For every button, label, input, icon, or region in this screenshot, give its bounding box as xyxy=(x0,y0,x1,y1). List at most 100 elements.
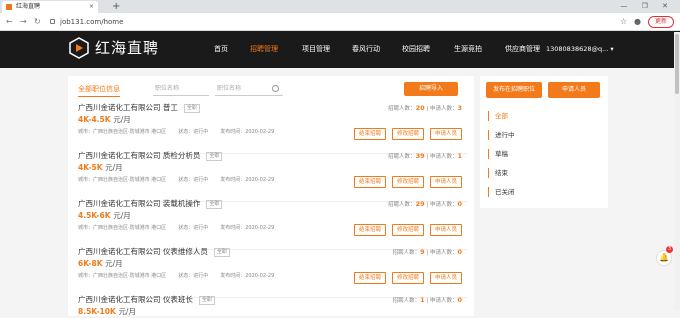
filter-all[interactable]: 全部 xyxy=(488,111,508,121)
profile-icon[interactable]: ● xyxy=(634,13,641,31)
filter-draft[interactable]: 草稿 xyxy=(488,149,508,159)
job-city: 城市：广西壮族自治区·防城港市·港口区 xyxy=(78,129,167,135)
job-title[interactable]: 广西川金诺化工有限公司 装载机操作 xyxy=(78,199,200,208)
edit-recruit-button[interactable]: 修改招聘 xyxy=(391,128,424,140)
apply-label: | 申请人数： xyxy=(426,250,458,256)
nav-auction[interactable]: 生源竞拍 xyxy=(454,31,482,68)
end-recruit-button[interactable]: 结束招聘 xyxy=(353,128,386,140)
search-icon[interactable] xyxy=(272,85,279,92)
salary-unit: 元/月 xyxy=(105,163,123,172)
job-status: 状态：进行中 xyxy=(178,177,209,183)
job-city: 城市：广西壮族自治区·防城港市·港口区 xyxy=(78,273,167,279)
publish-job-button[interactable]: 发布在招聘职位 xyxy=(486,82,542,98)
job-type-badge: 全职 xyxy=(206,151,223,161)
nav-home[interactable]: 首页 xyxy=(214,31,228,68)
apply-count: 3 xyxy=(457,104,462,112)
job-status: 状态：进行中 xyxy=(178,129,209,135)
job-title[interactable]: 广西川金诺化工有限公司 质检分析员 xyxy=(78,151,200,160)
reload-icon[interactable]: ↻ xyxy=(34,13,41,31)
job-row[interactable]: 广西川金诺化工有限公司 装载机操作 全职 4.5K-6K 元/月 城市：广西壮族自… xyxy=(78,198,468,250)
applicants-button[interactable]: 申请人员 xyxy=(429,272,462,284)
job-date: 发布时间：2020-02-29 xyxy=(220,177,275,183)
lock-icon xyxy=(50,19,55,24)
window-controls[interactable]: — ❐ ✕ xyxy=(620,0,674,12)
scrollbar-thumb[interactable] xyxy=(675,34,679,94)
notification-badge: 3 xyxy=(666,246,673,253)
recruit-label: 招聘人数： xyxy=(388,154,416,160)
filter-closed[interactable]: 已关闭 xyxy=(488,187,515,197)
applicants-button[interactable]: 申请人员 xyxy=(429,224,462,236)
job-row[interactable]: 广西川金诺化工有限公司 仪表维修人员 全职 6K-8K 元/月 城市：广西壮族自治… xyxy=(78,246,468,298)
update-button[interactable]: 更新 xyxy=(648,16,674,28)
filter-ended[interactable]: 结束 xyxy=(488,168,508,178)
bookmark-star-icon[interactable]: ☆ xyxy=(620,13,627,31)
edit-recruit-button[interactable]: 修改招聘 xyxy=(391,224,424,236)
recruit-label: 招聘人数： xyxy=(388,202,416,208)
end-recruit-button[interactable]: 结束招聘 xyxy=(353,176,386,188)
end-recruit-button[interactable]: 结束招聘 xyxy=(353,272,386,284)
recruit-count: 20 xyxy=(415,104,425,112)
nav-campus[interactable]: 校园招聘 xyxy=(402,31,430,68)
apply-label: | 申请人数： xyxy=(426,154,458,160)
applicants-button[interactable]: 申请人员 xyxy=(429,176,462,188)
nav-spring-action[interactable]: 春风行动 xyxy=(352,31,380,68)
job-status: 状态：进行中 xyxy=(178,273,209,279)
nav-suppliers[interactable]: 供应商管理 xyxy=(505,31,540,68)
salary-unit: 元/月 xyxy=(113,211,131,220)
recruit-count: 39 xyxy=(415,152,425,160)
recruit-label: 招聘人数： xyxy=(388,106,416,112)
nav-recruitment[interactable]: 招聘管理 xyxy=(250,31,278,68)
browser-tab[interactable]: 红海直聘 × xyxy=(2,1,98,13)
end-recruit-button[interactable]: 结束招聘 xyxy=(353,224,386,236)
job-salary: 4K-5K xyxy=(78,163,103,172)
job-date: 发布时间：2020-02-29 xyxy=(220,273,275,279)
job-type-badge: 全职 xyxy=(183,103,200,113)
salary-unit: 元/月 xyxy=(118,307,136,316)
recruit-count: 9 xyxy=(420,248,425,256)
job-date: 发布时间：2020-02-29 xyxy=(220,129,275,135)
apply-count: 0 xyxy=(457,248,462,256)
new-tab-button[interactable]: + xyxy=(112,0,120,13)
import-job-button[interactable]: 招聘导入 xyxy=(404,82,458,96)
brand-name: 红海直聘 xyxy=(95,39,160,57)
address-bar[interactable]: job131.com/home xyxy=(48,15,608,29)
job-row[interactable]: 广西川金诺化工有限公司 普工 全职 4K-4.5K 元/月 城市：广西壮族自治区·… xyxy=(78,102,468,154)
recruit-label: 招聘人数： xyxy=(392,298,421,304)
job-salary: 4K-4.5K xyxy=(78,115,111,124)
side-applicants-button[interactable]: 申请人员 xyxy=(548,82,600,98)
job-city: 城市：广西壮族自治区·防城港市·港口区 xyxy=(78,177,167,183)
job-date: 发布时间：2020-02-29 xyxy=(220,225,275,231)
apply-count: 0 xyxy=(457,296,462,304)
recruit-count: 1 xyxy=(420,296,425,304)
back-icon[interactable]: ← xyxy=(6,13,13,31)
apply-count: 0 xyxy=(457,200,462,208)
edit-recruit-button[interactable]: 修改招聘 xyxy=(391,272,424,284)
job-title[interactable]: 广西川金诺化工有限公司 普工 xyxy=(78,103,178,112)
apply-label: | 申请人数： xyxy=(426,106,458,112)
tab-title: 红海直聘 xyxy=(16,3,41,10)
job-row[interactable]: 广西川金诺化工有限公司 仪表班长 全职 8.5K-10K 元/月 招聘人数：1 |… xyxy=(78,294,468,316)
job-salary: 4.5K-6K xyxy=(78,211,111,220)
filter-in-progress[interactable]: 进行中 xyxy=(488,130,515,140)
job-type-badge: 全职 xyxy=(198,295,215,305)
job-title[interactable]: 广西川金诺化工有限公司 仪表维修人员 xyxy=(78,247,208,256)
job-name-input[interactable]: 职位名称 xyxy=(153,82,209,96)
apply-label: | 申请人数： xyxy=(426,298,458,304)
job-type-badge: 全职 xyxy=(213,247,230,257)
tab-all-jobs[interactable]: 全部职位信息 xyxy=(78,82,120,97)
applicants-button[interactable]: 申请人员 xyxy=(429,128,462,140)
apply-label: | 申请人数： xyxy=(426,202,458,208)
browser-tab-bar xyxy=(0,0,680,13)
job-title[interactable]: 广西川金诺化工有限公司 仪表班长 xyxy=(78,295,193,304)
logo-icon xyxy=(69,37,89,59)
job-row[interactable]: 广西川金诺化工有限公司 质检分析员 全职 4K-5K 元/月 城市：广西壮族自治区… xyxy=(78,150,468,202)
job-salary: 6K-8K xyxy=(78,259,103,268)
forward-icon[interactable]: → xyxy=(20,13,27,31)
edit-recruit-button[interactable]: 修改招聘 xyxy=(391,176,424,188)
user-menu[interactable]: 13080838628@q... ▾ xyxy=(546,31,614,68)
salary-unit: 元/月 xyxy=(113,115,131,124)
job-type-badge: 全职 xyxy=(206,199,223,209)
nav-projects[interactable]: 项目管理 xyxy=(302,31,330,68)
apply-count: 1 xyxy=(457,152,462,160)
tab-close-icon[interactable]: × xyxy=(89,1,94,13)
